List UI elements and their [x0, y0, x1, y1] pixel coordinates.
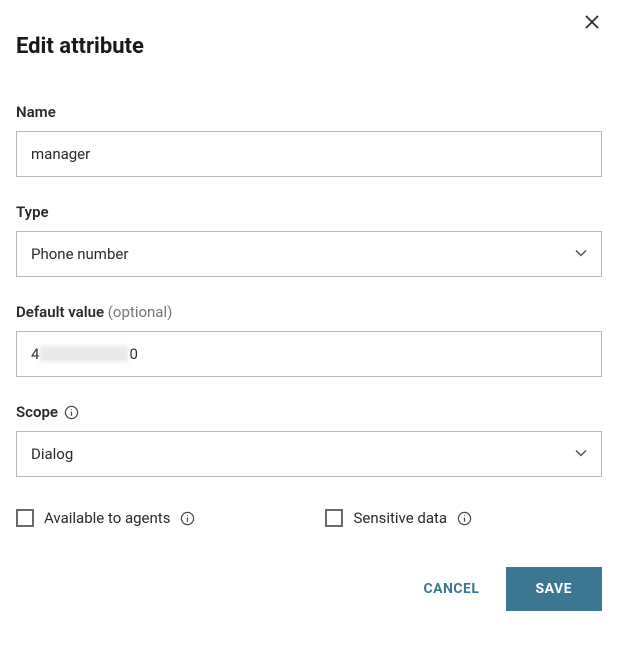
scope-field: Scope Dialog	[16, 403, 602, 477]
default-value-input[interactable]: 4 0	[16, 331, 602, 377]
info-icon[interactable]	[64, 405, 79, 420]
sensitive-data-item: Sensitive data	[325, 509, 472, 527]
close-button[interactable]	[580, 12, 604, 36]
sensitive-data-label: Sensitive data	[353, 509, 447, 527]
name-field: Name	[16, 103, 602, 177]
info-icon[interactable]	[180, 511, 195, 526]
default-value-label: Default value (optional)	[16, 303, 602, 321]
name-label: Name	[16, 103, 602, 121]
checkbox-row: Available to agents Sensitive data	[16, 509, 602, 527]
scope-select[interactable]: Dialog	[16, 431, 602, 477]
dialog-title: Edit attribute	[16, 34, 602, 59]
type-select[interactable]: Phone number	[16, 231, 602, 277]
sensitive-data-checkbox[interactable]	[325, 509, 343, 527]
redacted-content	[40, 346, 128, 362]
type-label: Type	[16, 203, 602, 221]
button-row: CANCEL SAVE	[16, 567, 602, 611]
available-to-agents-checkbox[interactable]	[16, 509, 34, 527]
cancel-button[interactable]: CANCEL	[415, 569, 487, 609]
default-value-field: Default value (optional) 4 0	[16, 303, 602, 377]
scope-label: Scope	[16, 403, 58, 421]
info-icon[interactable]	[457, 511, 472, 526]
name-input[interactable]	[16, 131, 602, 177]
close-icon	[584, 14, 600, 34]
available-to-agents-item: Available to agents	[16, 509, 195, 527]
save-button[interactable]: SAVE	[506, 567, 603, 611]
type-field: Type Phone number	[16, 203, 602, 277]
available-to-agents-label: Available to agents	[44, 509, 170, 527]
